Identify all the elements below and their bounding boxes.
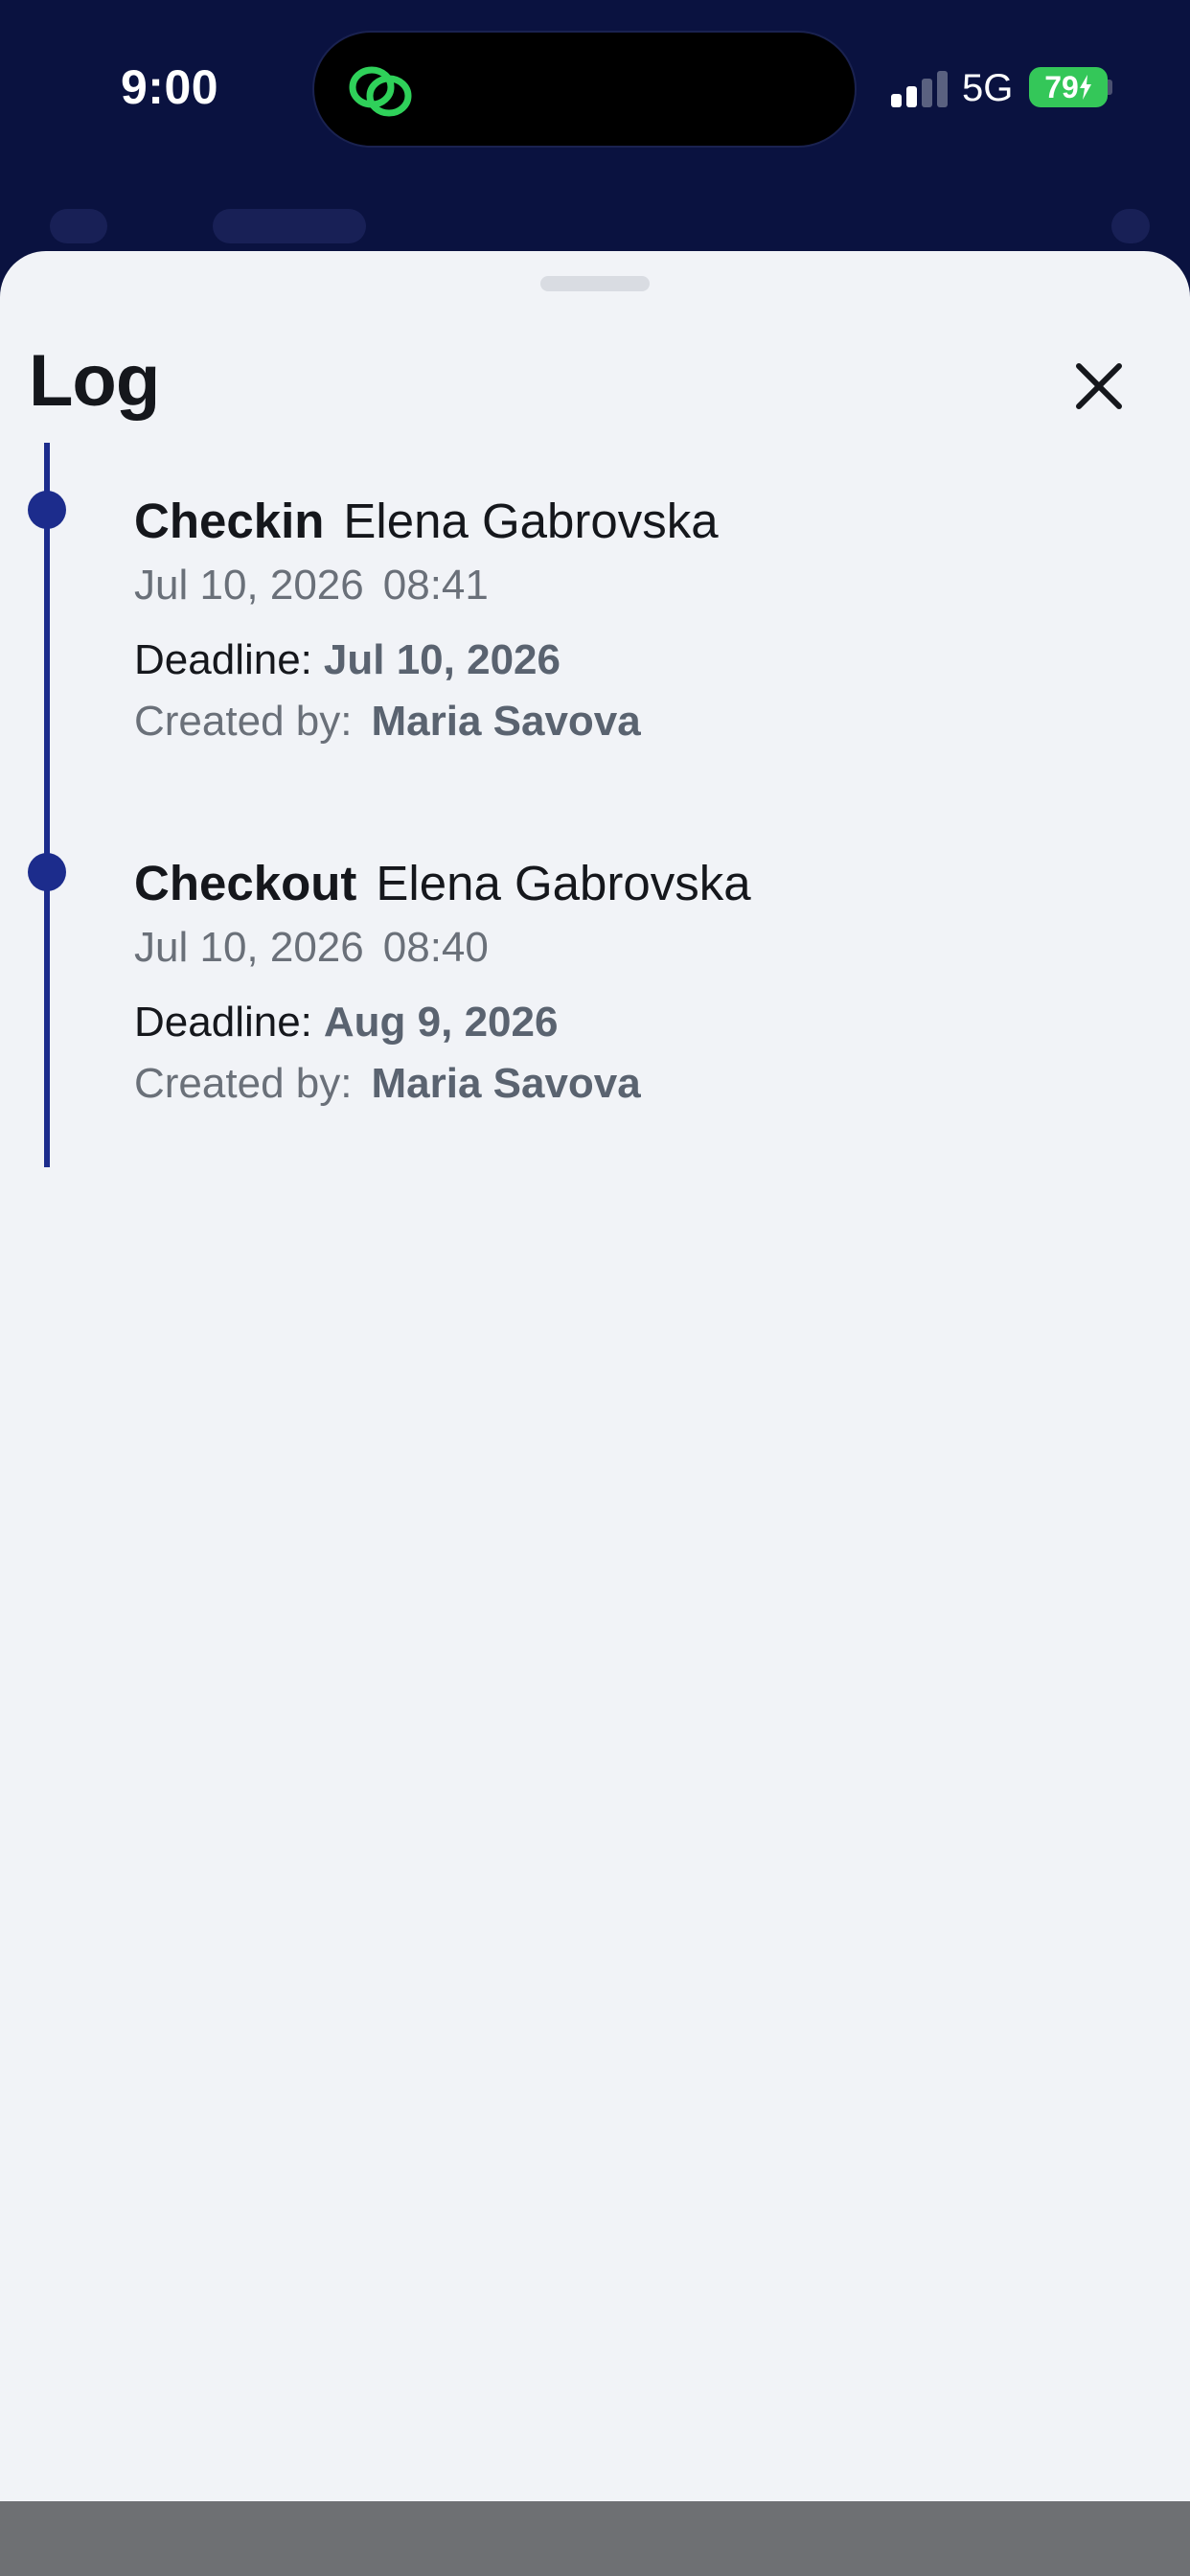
dynamic-island [312,31,857,148]
deadline-value: Jul 10, 2026 [323,636,561,683]
timeline-line [44,443,50,1167]
battery-level: 79 [1044,69,1079,104]
bottom-backdrop [0,2501,1190,2576]
cellular-signal-icon [891,69,949,107]
timeline-dot [28,853,66,891]
close-icon[interactable] [1065,353,1133,420]
log-entry-created-by: Created by: Maria Savova [134,1060,641,1108]
created-by-label: Created by: [134,1060,353,1107]
background-action [1111,209,1150,243]
log-entry-type: Checkout [134,856,357,910]
log-sheet: Log Checkin Elena Gabrovska Jul 10, 2026 0… [0,251,1190,2501]
log-entry-deadline: Deadline: Aug 9, 2026 [134,999,558,1046]
log-entry-time: 08:41 [382,562,489,609]
log-entry-deadline: Deadline: Jul 10, 2026 [134,636,561,684]
log-entry-date: Jul 10, 2026 [134,924,364,971]
created-by-value: Maria Savova [371,698,641,745]
deadline-label: Deadline: [134,999,312,1046]
log-entry-created-by: Created by: Maria Savova [134,698,641,746]
sheet-title: Log [29,340,160,422]
status-time: 9:00 [121,60,219,114]
timeline-dot [28,491,66,529]
log-entry-heading: Checkin Elena Gabrovska [134,493,719,549]
log-entry-person: Elena Gabrovska [343,494,719,548]
created-by-value: Maria Savova [371,1060,641,1107]
deadline-value: Aug 9, 2026 [323,999,559,1046]
charging-bolt-icon [1079,75,1091,100]
link-rings-icon [349,66,412,117]
created-by-label: Created by: [134,698,353,745]
screen: 9:00 5G 79 Log Checkin Elena Gabrovska J… [0,0,1190,2576]
sheet-grabber[interactable] [540,276,650,291]
log-entry-heading: Checkout Elena Gabrovska [134,855,751,911]
log-entry-type: Checkin [134,494,325,548]
network-type: 5G [962,67,1014,109]
background-title [213,209,366,243]
log-entry-person: Elena Gabrovska [376,856,751,910]
background-back-button [50,209,107,243]
log-entry-datetime: Jul 10, 2026 08:40 [134,924,489,972]
log-entry-datetime: Jul 10, 2026 08:41 [134,562,489,610]
battery-icon: 79 [1029,67,1108,107]
log-entry-time: 08:40 [382,924,489,971]
battery-cap [1108,80,1112,95]
deadline-label: Deadline: [134,636,312,683]
status-bar: 9:00 5G 79 [0,0,1190,182]
log-entry-date: Jul 10, 2026 [134,562,364,609]
